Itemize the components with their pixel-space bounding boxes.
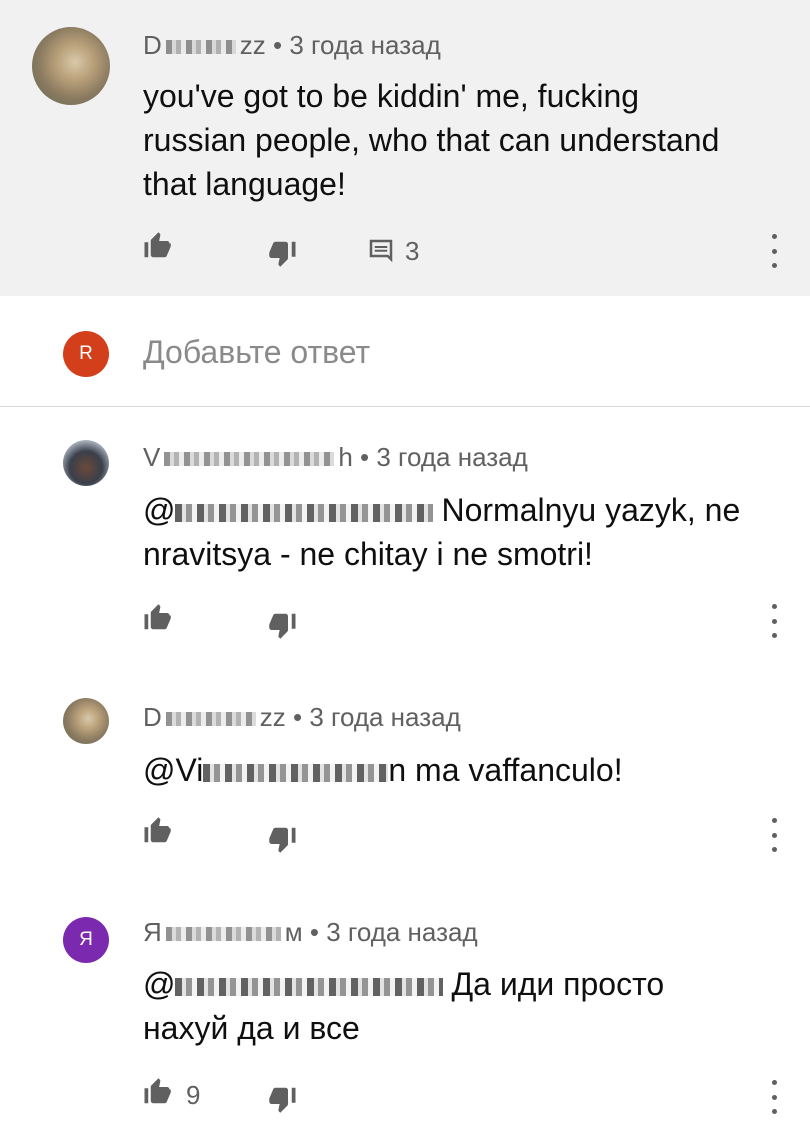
author-name[interactable]: Я	[143, 917, 162, 947]
author-avatar-letter: Я	[79, 929, 93, 950]
comment-time: • 3 года назад	[309, 917, 478, 947]
comment-time: • 3 года назад	[273, 30, 441, 60]
divider	[0, 406, 810, 407]
mention[interactable]: @	[143, 966, 175, 1002]
redacted-name	[165, 712, 256, 727]
like-icon[interactable]	[140, 231, 174, 261]
like-icon[interactable]	[140, 603, 174, 633]
like-count: 9	[186, 1080, 201, 1110]
author-name[interactable]: D	[143, 702, 162, 732]
more-options-icon[interactable]	[769, 604, 779, 638]
mention[interactable]: @	[143, 492, 175, 528]
comment-text: @ Normalnyu yazyk, ne nravitsya - ne chit…	[143, 488, 783, 576]
reply-count[interactable]: 3	[405, 236, 419, 267]
user-avatar-letter: R	[79, 343, 93, 364]
author-name-end[interactable]: zz	[240, 30, 266, 60]
author-name-end[interactable]: zz	[260, 702, 286, 732]
author-name-end[interactable]: м	[285, 917, 303, 947]
like-icon[interactable]	[140, 816, 174, 846]
author-avatar[interactable]	[63, 698, 109, 744]
dislike-icon[interactable]	[266, 238, 300, 268]
comment-icon[interactable]	[364, 236, 398, 266]
user-avatar: R	[63, 331, 109, 377]
comment-time: • 3 года назад	[360, 442, 528, 472]
redacted-name	[164, 452, 335, 467]
mention-end[interactable]: n	[388, 752, 406, 788]
author-avatar[interactable]: Я	[63, 917, 109, 963]
dislike-icon[interactable]	[266, 824, 300, 854]
redacted-name	[165, 40, 236, 55]
dislike-icon[interactable]	[266, 610, 300, 640]
comment-text: @ Да иди просто нахуй да и все	[143, 962, 743, 1050]
comment-body: ma vaffanculo!	[415, 752, 623, 788]
author-avatar[interactable]	[32, 27, 110, 105]
more-options-icon[interactable]	[769, 234, 779, 268]
author-name[interactable]: V	[143, 442, 160, 472]
mention[interactable]: @Vi	[143, 752, 203, 788]
redacted-mention	[175, 503, 434, 522]
redacted-mention	[175, 977, 444, 996]
comment-meta: Dzz • 3 года назад	[143, 702, 461, 733]
comment-meta: Ям • 3 года назад	[143, 917, 478, 948]
redacted-mention	[203, 763, 389, 782]
add-reply-input[interactable]: Добавьте ответ	[143, 334, 370, 371]
like-icon[interactable]	[140, 1077, 174, 1107]
author-avatar[interactable]	[63, 440, 109, 486]
parent-comment: Dzz • 3 года назад you've got to be kidd…	[0, 0, 810, 296]
dislike-icon[interactable]	[266, 1084, 300, 1114]
redacted-name	[165, 927, 281, 942]
more-options-icon[interactable]	[769, 818, 779, 852]
author-name[interactable]: D	[143, 30, 162, 60]
comment-meta: Dzz • 3 года назад	[143, 30, 441, 61]
comment-meta: Vh • 3 года назад	[143, 442, 528, 473]
more-options-icon[interactable]	[769, 1080, 779, 1114]
comment-text: you've got to be kiddin' me, fucking rus…	[143, 78, 720, 202]
author-name-end[interactable]: h	[338, 442, 352, 472]
comment-time: • 3 года назад	[293, 702, 461, 732]
comment-text: @Vi n ma vaffanculo!	[143, 748, 783, 792]
